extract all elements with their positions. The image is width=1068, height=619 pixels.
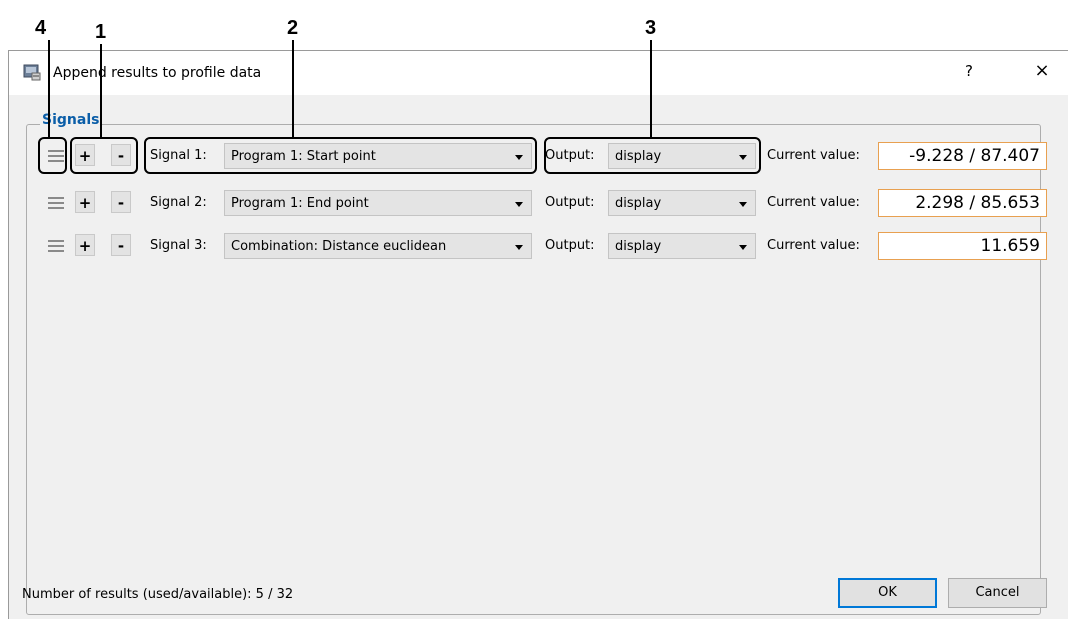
- add-signal-button[interactable]: +: [75, 191, 95, 213]
- callout-leader-2: [292, 40, 294, 137]
- output-select-value: display: [615, 239, 662, 254]
- callout-box-4: [38, 137, 67, 174]
- current-value-label: Current value:: [767, 238, 860, 253]
- add-signal-button[interactable]: +: [75, 234, 95, 256]
- callout-box-3: [544, 137, 761, 174]
- dialog-title: Append results to profile data: [53, 65, 262, 81]
- output-label: Output:: [545, 195, 595, 210]
- signal-select-value: Program 1: End point: [231, 196, 369, 211]
- app-icon: [23, 64, 41, 81]
- remove-signal-button[interactable]: -: [111, 234, 131, 256]
- current-value-field: 2.298 / 85.653: [878, 189, 1047, 217]
- results-count-status: Number of results (used/available): 5 / …: [22, 587, 294, 602]
- title-bar: Append results to profile data ? ×: [9, 51, 1068, 95]
- current-value-label: Current value:: [767, 148, 860, 163]
- callout-box-1: [70, 137, 138, 174]
- callout-leader-4: [48, 40, 50, 137]
- output-select[interactable]: display: [608, 190, 756, 216]
- callout-number-1: 1: [95, 21, 107, 43]
- current-value-label: Current value:: [767, 195, 860, 210]
- current-value-field: 11.659: [878, 232, 1047, 260]
- callout-box-2: [144, 137, 537, 174]
- signal-select-value: Combination: Distance euclidean: [231, 239, 447, 254]
- chevron-down-icon: [739, 202, 747, 207]
- output-select[interactable]: display: [608, 233, 756, 259]
- close-button[interactable]: ×: [1032, 60, 1052, 81]
- output-label: Output:: [545, 238, 595, 253]
- chevron-down-icon: [515, 245, 523, 250]
- help-button[interactable]: ?: [959, 62, 979, 80]
- signal-select[interactable]: Program 1: End point: [224, 190, 532, 216]
- remove-signal-button[interactable]: -: [111, 191, 131, 213]
- current-value-field: -9.228 / 87.407: [878, 142, 1047, 170]
- chevron-down-icon: [515, 202, 523, 207]
- callout-leader-3: [650, 40, 652, 137]
- signal-label: Signal 2:: [150, 195, 207, 210]
- chevron-down-icon: [739, 245, 747, 250]
- signal-row: + - Signal 3: Combination: Distance eucl…: [0, 232, 1068, 260]
- callout-leader-1: [100, 44, 102, 137]
- callout-number-3: 3: [645, 17, 657, 39]
- signal-label: Signal 3:: [150, 238, 207, 253]
- drag-handle-icon[interactable]: [48, 237, 64, 255]
- signal-select[interactable]: Combination: Distance euclidean: [224, 233, 532, 259]
- callout-number-2: 2: [287, 17, 299, 39]
- output-select-value: display: [615, 196, 662, 211]
- drag-handle-icon[interactable]: [48, 194, 64, 212]
- cancel-button[interactable]: Cancel: [948, 578, 1047, 608]
- callout-number-4: 4: [35, 17, 47, 39]
- ok-button[interactable]: OK: [838, 578, 937, 608]
- signal-row: + - Signal 2: Program 1: End point Outpu…: [0, 189, 1068, 217]
